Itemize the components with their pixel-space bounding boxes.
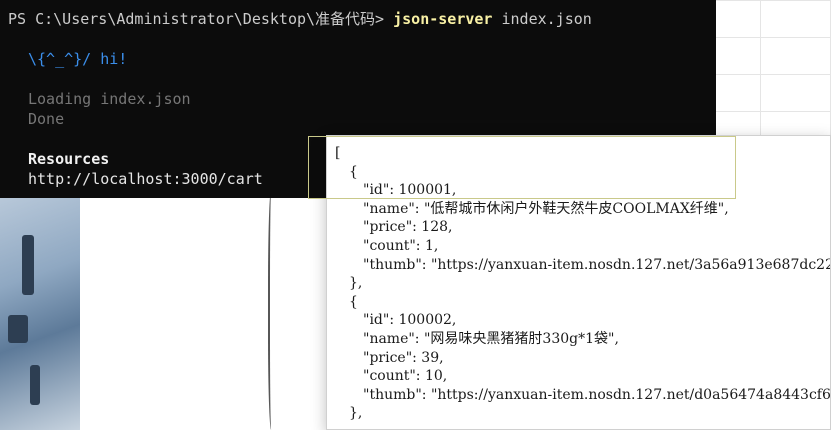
json-server-greeting: \{^_^}/ hi! (28, 50, 128, 68)
done-message: Done (28, 110, 65, 128)
json-item-close: }, (349, 405, 363, 422)
json-viewer-panel[interactable]: [ { "id": 100001, "name": "低帮城市休闲户外鞋天然牛皮… (326, 135, 831, 430)
json-item-close: }, (349, 275, 363, 292)
terminal-prompt: PS C:\Users\Administrator\Desktop\准备代码> (8, 10, 385, 28)
resource-url[interactable]: http://localhost:3000/cart (8, 170, 263, 188)
json-field-id: "id": 100002, (363, 312, 457, 329)
json-field-thumb: "thumb": "https://yanxuan-item.nosdn.127… (363, 386, 831, 403)
json-field-price: "price": 128, (363, 219, 453, 236)
json-field-count: "count": 10, (363, 368, 448, 385)
json-field-price: "price": 39, (363, 349, 444, 366)
json-open-bracket: [ (335, 145, 341, 161)
json-field-name: "name": "网易味央黑猪猪肘330g*1袋", (363, 330, 619, 347)
command-args: index.json (501, 10, 592, 28)
json-field-count: "count": 1, (363, 237, 439, 254)
json-field-thumb: "thumb": "https://yanxuan-item.nosdn.127… (363, 256, 830, 273)
json-item-open: { (349, 163, 358, 180)
loading-message: Loading index.json (28, 90, 191, 108)
background-sketch-line (268, 190, 276, 430)
json-item-open: { (349, 293, 358, 310)
resources-heading: Resources (28, 150, 110, 168)
photo-fragment (30, 365, 40, 405)
json-field-id: "id": 100001, (363, 182, 457, 199)
photo-fragment (22, 235, 34, 295)
background-photo (0, 195, 80, 430)
command-name: json-server (393, 10, 493, 28)
photo-fragment (8, 315, 28, 343)
command-line: PS C:\Users\Administrator\Desktop\准备代码> … (8, 9, 716, 29)
json-field-name: "name": "低帮城市休闲户外鞋天然牛皮COOLMAX纤维", (363, 200, 729, 217)
